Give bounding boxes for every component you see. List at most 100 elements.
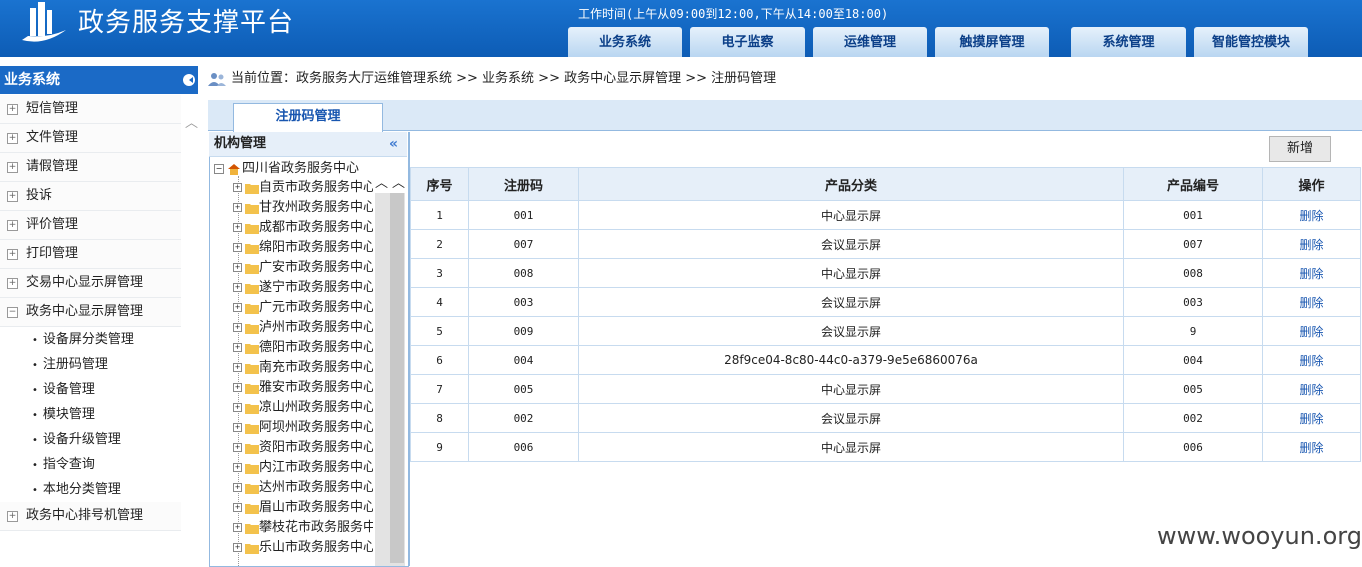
sidebar-item-complaint[interactable]: + 投诉 [0, 182, 181, 211]
cell-regcode: 005 [468, 374, 579, 404]
sidebar-item-queue-machine[interactable]: + 政务中心排号机管理 [0, 502, 181, 531]
tree-expand-icon[interactable]: + [233, 483, 242, 492]
scroll-up-icon[interactable]: ︿ [375, 172, 388, 191]
tree-expand-icon[interactable]: + [233, 323, 242, 332]
nav-tab-business[interactable]: 业务系统 [568, 27, 682, 57]
tree-node-label: 南充市政务服务中心 [259, 360, 373, 375]
expand-icon[interactable]: + [7, 162, 18, 173]
nav-tab-operations[interactable]: 运维管理 [813, 27, 927, 57]
sidebar-item-print[interactable]: + 打印管理 [0, 240, 181, 269]
tree-node[interactable]: + 广元市政务服务中心 [233, 298, 373, 318]
sidebar-item-gov-display[interactable]: − 政务中心显示屏管理 [0, 298, 181, 327]
tree-node[interactable]: + 攀枝花市政务服务中心 [233, 518, 373, 538]
expand-icon[interactable]: + [7, 104, 18, 115]
delete-link[interactable]: 删除 [1262, 316, 1361, 346]
sidebar-subitem-regcode[interactable]: 注册码管理 [32, 352, 108, 377]
tree-expand-icon[interactable]: + [233, 183, 242, 192]
sidebar-subitem-module[interactable]: 模块管理 [32, 402, 95, 427]
cell-product-no: 9 [1123, 316, 1263, 346]
expand-icon[interactable]: + [7, 511, 18, 522]
sidebar-subitem-device[interactable]: 设备管理 [32, 377, 95, 402]
sidebar-item-trade-display[interactable]: + 交易中心显示屏管理 [0, 269, 181, 298]
tree-node[interactable]: + 乐山市政务服务中心 [233, 538, 373, 558]
tree-node[interactable]: + 内江市政务服务中心 [233, 458, 373, 478]
tree-collapse-icon[interactable]: − [214, 163, 224, 174]
tree-expand-icon[interactable]: + [233, 303, 242, 312]
delete-link[interactable]: 删除 [1262, 345, 1361, 375]
tree-node-label: 攀枝花市政务服务中心 [259, 520, 373, 535]
expand-icon[interactable]: + [7, 220, 18, 231]
tree-scrollbar-thumb[interactable] [390, 193, 404, 563]
tree-node[interactable]: + 南充市政务服务中心 [233, 358, 373, 378]
tree-node[interactable]: + 德阳市政务服务中心 [233, 338, 373, 358]
add-button[interactable]: 新增 [1269, 136, 1331, 162]
tree-expand-icon[interactable]: + [233, 283, 242, 292]
tree-node[interactable]: + 遂宁市政务服务中心 [233, 278, 373, 298]
cell-regcode: 001 [468, 200, 579, 230]
folder-icon [245, 283, 259, 294]
delete-link[interactable]: 删除 [1262, 403, 1361, 433]
sidebar-item-files[interactable]: + 文件管理 [0, 124, 181, 153]
tree-expand-icon[interactable]: + [233, 243, 242, 252]
tree-node[interactable]: + 达州市政务服务中心 [233, 478, 373, 498]
tree-node-label: 广安市政务服务中心 [259, 260, 373, 275]
sidebar-scrollbar[interactable] [181, 94, 198, 566]
tree-node[interactable]: + 雅安市政务服务中心 [233, 378, 373, 398]
users-icon [208, 72, 226, 86]
tree-expand-icon[interactable]: + [233, 523, 242, 532]
expand-icon[interactable]: + [7, 191, 18, 202]
tree-node[interactable]: + 泸州市政务服务中心 [233, 318, 373, 338]
tree-node[interactable]: + 阿坝州政务服务中心 [233, 418, 373, 438]
delete-link[interactable]: 删除 [1262, 432, 1361, 462]
tree-expand-icon[interactable]: + [233, 503, 242, 512]
tree-expand-icon[interactable]: + [233, 403, 242, 412]
sidebar-item-sms[interactable]: + 短信管理 [0, 95, 181, 124]
tree-node[interactable]: + 甘孜州政务服务中心 [233, 198, 373, 218]
tree-node[interactable]: + 绵阳市政务服务中心 [233, 238, 373, 258]
folder-icon [245, 363, 259, 374]
delete-link[interactable]: 删除 [1262, 200, 1361, 230]
collapse-sidebar-icon[interactable] [183, 74, 195, 86]
nav-tab-smart-control[interactable]: 智能管控模块 [1194, 27, 1308, 57]
sidebar-subitem-device-category[interactable]: 设备屏分类管理 [32, 327, 134, 352]
expand-icon[interactable]: + [7, 249, 18, 260]
collapse-panel-icon[interactable]: « [389, 132, 398, 156]
cell-product-no: 001 [1123, 200, 1263, 230]
delete-link[interactable]: 删除 [1262, 229, 1361, 259]
sidebar-subitem-upgrade[interactable]: 设备升级管理 [32, 427, 121, 452]
tree-expand-icon[interactable]: + [233, 363, 242, 372]
tab-regcode[interactable]: 注册码管理 [233, 103, 383, 132]
tree-expand-icon[interactable]: + [233, 223, 242, 232]
tree-expand-icon[interactable]: + [233, 263, 242, 272]
scroll-up-icon[interactable]: ︿ [185, 112, 198, 131]
tree-expand-icon[interactable]: + [233, 543, 242, 552]
sidebar-subitem-local-category[interactable]: 本地分类管理 [32, 477, 121, 502]
delete-link[interactable]: 删除 [1262, 287, 1361, 317]
nav-tab-supervision[interactable]: 电子监察 [690, 27, 805, 57]
nav-tab-system[interactable]: 系统管理 [1071, 27, 1186, 57]
scroll-up-icon[interactable]: ︿ [392, 172, 405, 191]
tree-expand-icon[interactable]: + [233, 203, 242, 212]
tree-node[interactable]: + 眉山市政务服务中心 [233, 498, 373, 518]
tree-expand-icon[interactable]: + [233, 343, 242, 352]
sidebar-item-leave[interactable]: + 请假管理 [0, 153, 181, 182]
folder-icon [245, 443, 259, 454]
delete-link[interactable]: 删除 [1262, 374, 1361, 404]
sidebar-subitem-command[interactable]: 指令查询 [32, 452, 95, 477]
tree-node[interactable]: + 广安市政务服务中心 [233, 258, 373, 278]
collapse-icon[interactable]: − [7, 307, 18, 318]
expand-icon[interactable]: + [7, 278, 18, 289]
tree-expand-icon[interactable]: + [233, 423, 242, 432]
nav-tab-touchscreen[interactable]: 触摸屏管理 [935, 27, 1049, 57]
tree-node[interactable]: + 成都市政务服务中心 [233, 218, 373, 238]
tree-node[interactable]: + 凉山州政务服务中心 [233, 398, 373, 418]
tree-root-node[interactable]: − 四川省政务服务中心 [214, 160, 359, 178]
tree-node[interactable]: + 自贡市政务服务中心 [233, 178, 373, 198]
delete-link[interactable]: 删除 [1262, 258, 1361, 288]
tree-expand-icon[interactable]: + [233, 443, 242, 452]
tree-expand-icon[interactable]: + [233, 383, 242, 392]
tree-node[interactable]: + 资阳市政务服务中心 [233, 438, 373, 458]
expand-icon[interactable]: + [7, 133, 18, 144]
sidebar-item-evaluation[interactable]: + 评价管理 [0, 211, 181, 240]
tree-expand-icon[interactable]: + [233, 463, 242, 472]
